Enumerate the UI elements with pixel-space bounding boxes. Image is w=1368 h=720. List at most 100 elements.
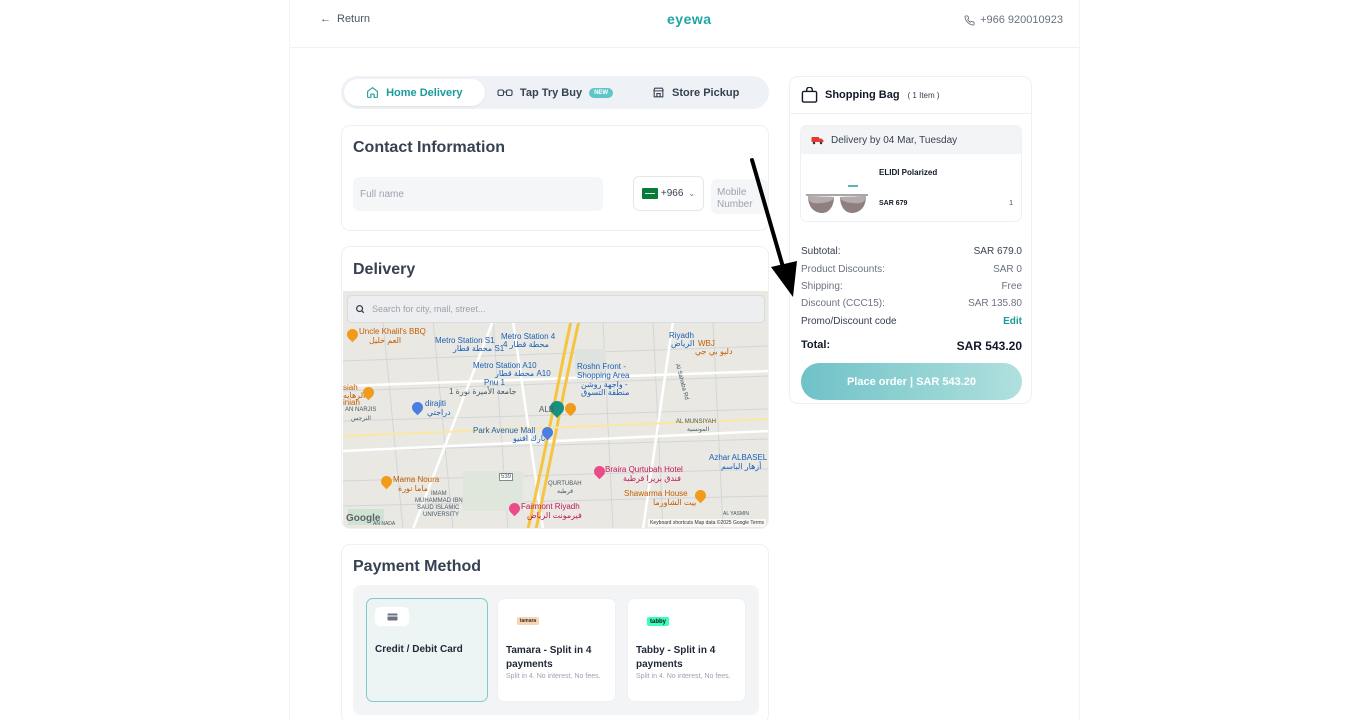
tab-tap-try-buy[interactable]: Tap Try Buy NEW [485,79,626,106]
bag-header: Shopping Bag ( 1 Item ) [790,77,1031,114]
place-order-button[interactable]: Place order | SAR 543.20 [801,363,1022,400]
subtotal-value: SAR 679.0 [973,246,1022,257]
map-search-input[interactable]: Search for city, mall, street... [347,295,765,323]
map-label: محطة قطار A10 [495,369,551,378]
discount-value: SAR 135.80 [968,298,1022,309]
delivery-card: Delivery Search for city, mall, street..… [341,246,769,529]
new-badge: NEW [589,87,614,98]
map-label: AL YASMIN [723,511,750,517]
product-discounts-label: Product Discounts: [801,264,885,275]
delivery-map[interactable]: Search for city, mall, street... Uncle K… [343,291,768,528]
tabby-logo-text: tabby [649,618,666,625]
map-label: Pnu 1 [484,378,505,387]
map-label: منطقة التسوق [581,388,630,397]
payment-option-tabby[interactable]: tabby Tabby - Split in 4 payments Split … [627,598,746,702]
map-label: Shopping Area [577,371,630,380]
payment-method-card: Payment Method Credit / Debit Card tamar… [341,544,769,720]
map-label: Braira Qurtubah Hotel [605,465,683,474]
promo-label: Promo/Discount code [801,316,897,327]
map-label: الرياض [671,339,695,348]
store-icon [653,87,664,98]
payment-option-tamara[interactable]: tamara Tamara - Split in 4 payments Spli… [497,598,616,702]
delivery-banner: Delivery by 04 Mar, Tuesday [801,126,1021,154]
annotation-arrow-icon [750,158,797,297]
promo-row: Promo/Discount code Edit [801,316,1022,327]
map-footer[interactable]: Keyboard shortcuts Map data ©2025 Google… [648,519,766,527]
map-label: محطة قطار S1 [453,344,505,353]
bag-title: Shopping Bag [825,89,900,101]
delivery-date: Delivery by 04 Mar, Tuesday [831,134,958,146]
home-icon [367,86,379,98]
chevron-down-icon: ⌄ [688,189,696,198]
phone-number: +966 920010923 [980,14,1063,26]
map-label: دراجتي [427,408,451,417]
map-label: IMAM [431,491,447,497]
map-label: فيرمونت الرياض [527,511,582,520]
header: ← Return eyewa +966 920010923 [290,0,1079,48]
map-label: QURTUBAH [548,481,582,487]
promo-edit-link[interactable]: Edit [1003,316,1022,327]
map-label: بيت الشاورما [653,498,697,507]
map-label: ماما نورة [398,484,429,493]
fullname-input[interactable] [353,177,603,211]
payment-option-sub: Split in 4. No interest, No fees. [636,673,731,680]
arrow-left-icon: ← [320,13,331,25]
map-label: بارك افنيو [513,434,546,443]
frame-divider-left [289,0,290,720]
map-label: محطة قطار 4 [503,340,549,349]
payment-option-card[interactable]: Credit / Debit Card [366,598,488,702]
map-label: جامعة الأميرة نورة 1 [449,387,517,396]
discount-row: Discount (CCC15): SAR 135.80 [801,298,1022,309]
tab-home-delivery[interactable]: Home Delivery [344,79,485,106]
map-search-placeholder: Search for city, mall, street... [372,304,486,314]
saudi-flag-icon [641,188,658,199]
payment-options: Credit / Debit Card tamara Tamara - Spli… [353,585,759,715]
card-glyph-icon [387,613,397,620]
cart-item: Delivery by 04 Mar, Tuesday ELIDI Polari… [800,125,1022,222]
payment-option-name: Tabby - Split in 4 payments [636,645,716,670]
map-label: dirajiti [425,399,446,408]
delivery-method-tabs: Home Delivery Tap Try Buy NEW Store Pick… [341,76,769,109]
map-label: Roshn Front - [577,362,626,371]
eyewa-logo[interactable]: eyewa [667,11,712,27]
product-image[interactable] [804,191,870,215]
map-label: AN NARJIS [345,407,377,413]
tab-label: Home Delivery [386,86,463,99]
map-label: Fairmont Riyadh [521,502,580,511]
country-code-select[interactable]: +966 ⌄ [633,176,704,211]
product-discounts-row: Product Discounts: SAR 0 [801,264,1022,275]
tamara-logo: tamara [517,617,539,625]
map-label: iniah [343,398,360,407]
tamara-logo-text: tamara [519,618,537,624]
map-label: 539 [499,473,514,481]
country-code: +966 [660,188,684,199]
frame-divider-right [1079,0,1080,720]
map-label: UNIVERSITY [423,512,460,518]
total-label: Total: [801,339,831,351]
shopping-bag-icon [801,87,818,103]
shopping-bag-card: Shopping Bag ( 1 Item ) Delivery by 04 M… [789,76,1032,404]
map-label: أزهار الباسم [721,462,762,471]
tab-label: Store Pickup [672,86,740,99]
map-label: Azhar ALBASEL [709,453,768,462]
search-icon [356,305,365,314]
map-label: العم خليل [369,336,402,345]
phone-contact[interactable]: +966 920010923 [964,14,1063,26]
subtotal-row: Subtotal: SAR 679.0 [801,246,1022,257]
product-name[interactable]: ELIDI Polarized [879,168,937,177]
glasses-icon [497,88,513,96]
delivery-title: Delivery [353,261,416,278]
return-link[interactable]: ← Return [320,13,370,25]
tab-label: Tap Try Buy [519,86,583,99]
map-label: MUHAMMAD IBN [415,498,463,504]
map-label: SAUD ISLAMIC [417,505,460,511]
tab-store-pickup[interactable]: Store Pickup [625,79,766,106]
map-label: فندق بريرا قرطبة [623,474,681,483]
tabby-logo: tabby [647,617,669,626]
product-discounts-value: SAR 0 [993,264,1022,275]
return-label: Return [337,13,371,25]
map-label: AL MUNSIYAH [676,419,717,425]
google-logo[interactable]: Google [346,513,380,524]
shipping-value: Free [1001,281,1022,292]
contact-title: Contact Information [353,139,505,156]
